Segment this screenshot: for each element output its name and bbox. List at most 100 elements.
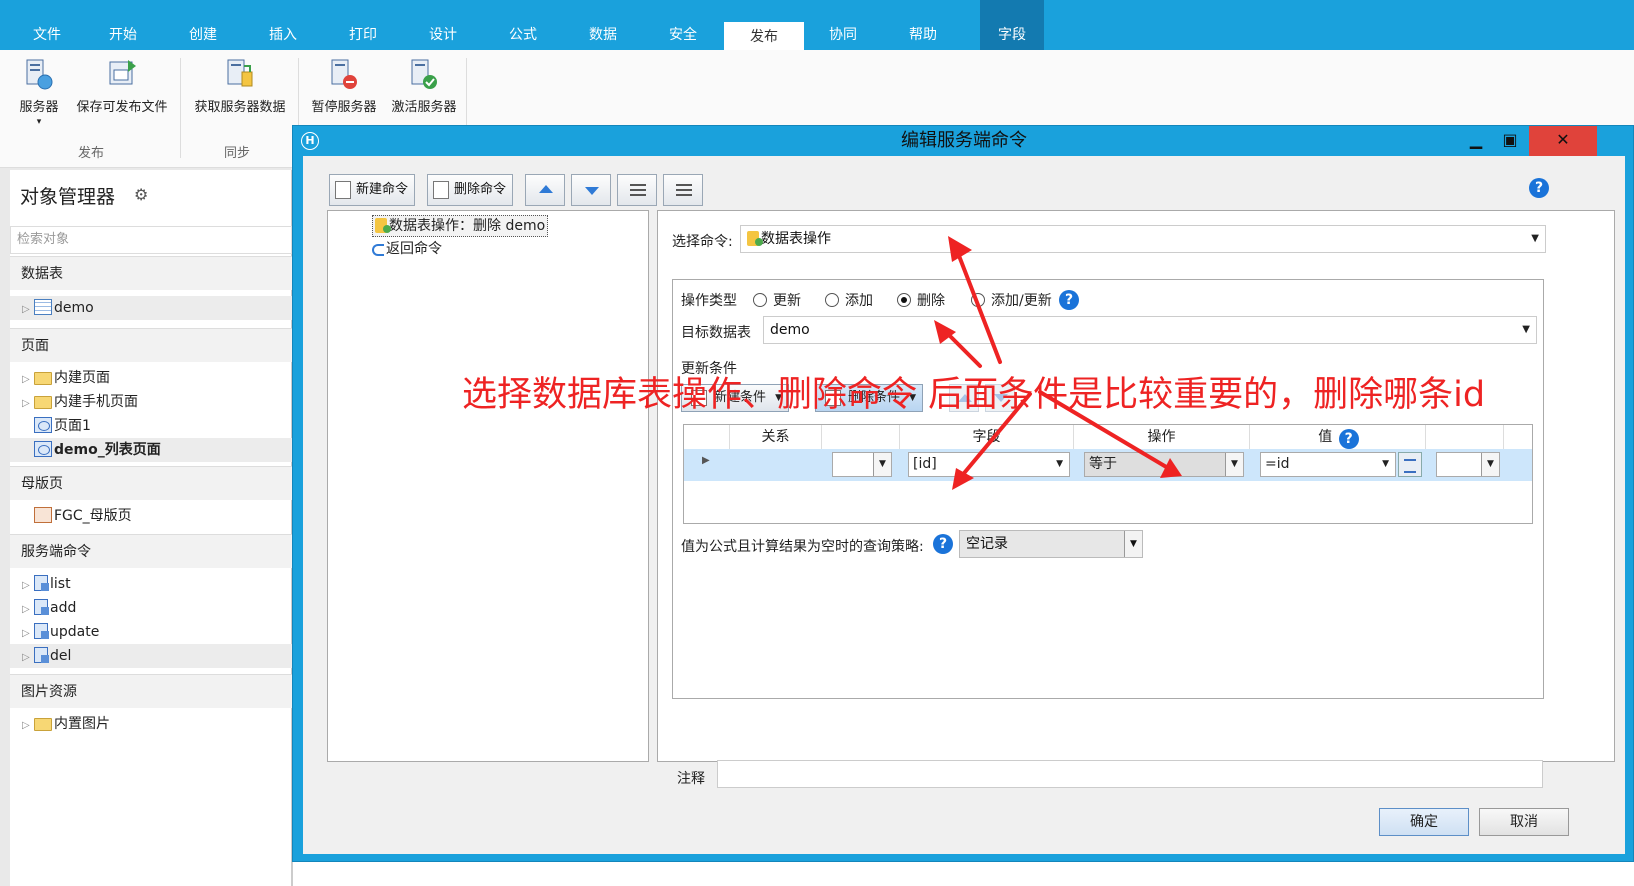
- tree-item-page1[interactable]: 页面1: [10, 414, 292, 438]
- tab-help[interactable]: 帮助: [898, 20, 948, 50]
- ribbon-tab-bar: 文件 开始 创建 插入 打印 设计 公式 数据 安全 发布 协同 帮助 字段: [0, 20, 1634, 50]
- tab-formula[interactable]: 公式: [498, 20, 548, 50]
- page-icon: [34, 417, 52, 433]
- server-command-icon: [34, 647, 49, 663]
- cancel-button[interactable]: 取消: [1479, 808, 1569, 836]
- save-publish-file-button[interactable]: 保存可发布文件: [68, 58, 176, 115]
- server-button[interactable]: 服务器 ▾: [14, 58, 64, 127]
- left-paren-dropdown[interactable]: ▼: [832, 452, 892, 477]
- tree-item-builtin-pages[interactable]: ▷ 内建页面: [10, 366, 292, 390]
- empty-policy-dropdown[interactable]: 空记录 ▼: [959, 530, 1143, 558]
- grid-header-relation: 关系: [730, 425, 822, 449]
- tab-publish[interactable]: 发布: [724, 20, 804, 50]
- new-command-button[interactable]: 新建命令: [329, 174, 416, 206]
- target-table-dropdown[interactable]: demo ▼: [763, 316, 1537, 344]
- master-page-icon: [34, 507, 52, 523]
- radio-delete[interactable]: 删除: [897, 290, 945, 310]
- delete-command-icon: [433, 181, 449, 199]
- tab-create[interactable]: 创建: [178, 20, 228, 50]
- page-icon: [34, 441, 52, 457]
- tree-item-builtin-mobile-pages[interactable]: ▷ 内建手机页面: [10, 390, 292, 414]
- expand-arrow-icon[interactable]: ▷: [22, 368, 34, 392]
- tab-print[interactable]: 打印: [338, 20, 388, 50]
- grid-header-blank: [1426, 425, 1504, 449]
- pause-server-button[interactable]: 暂停服务器: [304, 58, 384, 115]
- move-up-button[interactable]: [525, 174, 565, 206]
- get-server-data-button[interactable]: 获取服务器数据: [186, 58, 294, 115]
- select-command-dropdown[interactable]: 数据表操作 ▼: [740, 225, 1546, 253]
- dropdown-arrow-icon: ▼: [1382, 459, 1389, 469]
- tree-item-builtin-images[interactable]: ▷ 内置图片: [10, 712, 292, 736]
- help-icon[interactable]: ?: [1338, 429, 1359, 449]
- tab-file[interactable]: 文件: [22, 20, 72, 50]
- expand-arrow-icon[interactable]: ▷: [22, 298, 34, 322]
- formula-editor-button[interactable]: [1398, 452, 1422, 477]
- dropdown-arrow-icon: ▼: [1225, 453, 1243, 476]
- expand-arrow-icon[interactable]: ▷: [22, 646, 34, 670]
- operation-groupbox: 操作类型 更新 添加 删除 添加/更新 ? 目标数据表 demo ▼ 更新条件 …: [672, 279, 1544, 699]
- expand-arrow-icon[interactable]: ▷: [22, 622, 34, 646]
- section-masters[interactable]: 母版页: [10, 466, 292, 500]
- outdent-button[interactable]: [663, 174, 703, 206]
- arrow-down-icon: [585, 187, 599, 195]
- help-icon[interactable]: ?: [1529, 178, 1549, 198]
- right-paren-dropdown[interactable]: ▼: [1436, 452, 1500, 477]
- section-pages[interactable]: 页面: [10, 328, 292, 362]
- tree-item-cmd-update[interactable]: ▷ update: [10, 620, 292, 644]
- expand-arrow-icon[interactable]: ▷: [22, 392, 34, 416]
- expand-arrow-icon[interactable]: ▷: [22, 598, 34, 622]
- tab-home[interactable]: 开始: [98, 20, 148, 50]
- server-command-icon: [34, 599, 49, 615]
- edit-server-command-dialog: H 编辑服务端命令 ▁ ▣ ✕ 新建命令 删除命令 ? 数据表操作：删除 dem…: [292, 125, 1634, 862]
- operation-dropdown[interactable]: 等于 ▼: [1084, 452, 1244, 477]
- ok-button[interactable]: 确定: [1379, 808, 1469, 836]
- maximize-button[interactable]: ▣: [1493, 126, 1527, 156]
- value-dropdown[interactable]: =id ▼: [1260, 452, 1396, 477]
- move-down-button[interactable]: [571, 174, 611, 206]
- tab-design[interactable]: 设计: [418, 20, 468, 50]
- tree-item-cmd-add[interactable]: ▷ add: [10, 596, 292, 620]
- field-dropdown[interactable]: [id] ▼: [908, 452, 1070, 477]
- indent-button[interactable]: [617, 174, 657, 206]
- tree-item-fgc-master[interactable]: FGC_母版页: [10, 504, 292, 528]
- get-server-data-icon: [224, 58, 256, 92]
- save-publish-icon: [106, 58, 138, 92]
- pause-server-icon: [328, 58, 360, 92]
- tab-insert[interactable]: 插入: [258, 20, 308, 50]
- tab-collaborate[interactable]: 协同: [818, 20, 868, 50]
- return-icon: [372, 244, 384, 256]
- radio-add-update[interactable]: 添加/更新: [971, 290, 1052, 310]
- minimize-button[interactable]: ▁: [1459, 126, 1493, 156]
- search-objects-input[interactable]: 检索对象: [10, 226, 292, 254]
- help-icon[interactable]: ?: [933, 534, 953, 554]
- section-tables[interactable]: 数据表: [10, 256, 292, 290]
- folder-icon: [34, 372, 52, 385]
- tree-item-demo-table[interactable]: ▷ demo: [10, 296, 292, 320]
- radio-add[interactable]: 添加: [825, 290, 873, 310]
- activate-server-button[interactable]: 激活服务器: [384, 58, 464, 115]
- table-operation-icon: [375, 218, 391, 233]
- tree-item-demo-list-page[interactable]: demo_列表页面: [10, 438, 292, 462]
- delete-command-button[interactable]: 删除命令: [427, 174, 514, 206]
- section-images[interactable]: 图片资源: [10, 674, 292, 708]
- server-command-icon: [34, 623, 49, 639]
- command-item-return[interactable]: 返回命令: [372, 239, 442, 261]
- tree-item-cmd-del[interactable]: ▷ del: [10, 644, 292, 668]
- tab-security[interactable]: 安全: [658, 20, 708, 50]
- command-item-table-op[interactable]: 数据表操作：删除 demo: [372, 215, 549, 237]
- table-row[interactable]: ▶ ▼ [id] ▼ 等于 ▼ =id ▼ ▼: [684, 449, 1532, 481]
- notes-input[interactable]: [717, 760, 1543, 788]
- ribbon-separator: [180, 58, 181, 158]
- radio-update[interactable]: 更新: [753, 290, 801, 310]
- notes-label: 注释: [677, 771, 705, 787]
- tree-item-cmd-list[interactable]: ▷ list: [10, 572, 292, 596]
- expand-arrow-icon[interactable]: ▷: [22, 714, 34, 738]
- tab-data[interactable]: 数据: [578, 20, 628, 50]
- tab-field[interactable]: 字段: [980, 20, 1044, 50]
- section-server-commands[interactable]: 服务端命令: [10, 534, 292, 568]
- close-button[interactable]: ✕: [1529, 126, 1597, 156]
- dialog-title: 编辑服务端命令: [901, 130, 1027, 151]
- expand-arrow-icon[interactable]: ▷: [22, 574, 34, 598]
- gear-icon[interactable]: ⚙: [134, 186, 152, 204]
- help-icon[interactable]: ?: [1059, 290, 1079, 310]
